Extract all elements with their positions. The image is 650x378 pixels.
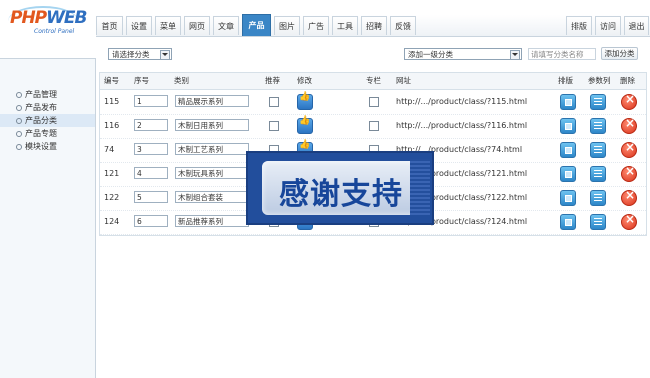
layout-icon[interactable] [560, 94, 576, 110]
layout-icon[interactable] [560, 190, 576, 206]
order-input[interactable]: 2 [134, 119, 168, 131]
header-url: 网址 [396, 76, 411, 85]
tab-tools[interactable]: 工具 [332, 16, 358, 35]
edit-icon[interactable] [297, 92, 313, 110]
delete-icon[interactable] [621, 116, 637, 134]
bullet-icon [16, 118, 22, 124]
row-id: 124 [104, 217, 120, 226]
params-icon[interactable] [590, 166, 606, 182]
row-url[interactable]: http://.../product/class/?115.html [396, 90, 527, 114]
sidebar-item-module-settings[interactable]: 模块设置 [0, 140, 95, 153]
recommend-checkbox[interactable] [269, 97, 279, 107]
add-category-button[interactable]: 添加分类 [601, 47, 638, 60]
tab-settings[interactable]: 设置 [126, 16, 152, 35]
category-select[interactable]: 请选择分类 [108, 48, 172, 60]
tab-images[interactable]: 图片 [274, 16, 300, 35]
bullet-icon [16, 131, 22, 137]
params-icon[interactable] [590, 118, 606, 134]
layout-icon[interactable] [560, 118, 576, 134]
sidebar-item-product-publish[interactable]: 产品发布 [0, 101, 95, 114]
params-icon[interactable] [590, 94, 606, 110]
row-id: 116 [104, 121, 120, 130]
header-layout: 排版 [558, 76, 573, 85]
row-id: 115 [104, 97, 120, 106]
layout-icon[interactable] [560, 142, 576, 158]
row-url[interactable]: http://.../product/class/?116.html [396, 114, 527, 138]
order-input[interactable]: 6 [134, 215, 168, 227]
layout-icon[interactable] [560, 214, 576, 230]
order-input[interactable]: 4 [134, 167, 168, 179]
sidebar-item-product-category[interactable]: 产品分类 [0, 114, 95, 127]
order-input[interactable]: 5 [134, 191, 168, 203]
tab-layout[interactable]: 排版 [566, 16, 592, 35]
delete-icon[interactable] [621, 92, 637, 110]
watermark-text: 感谢支持 [279, 177, 403, 212]
bullet-icon [16, 144, 22, 150]
order-input[interactable]: 1 [134, 95, 168, 107]
category-name-field[interactable]: 木制玩具系列 [175, 167, 249, 179]
category-name-input[interactable]: 请填写分类名称 [528, 48, 596, 60]
tab-menu[interactable]: 菜单 [155, 16, 181, 35]
top-navigation: 首页 设置 菜单 网页 文章 产品 图片 广告 工具 招聘 反馈 排版 访问 退… [96, 14, 650, 37]
tab-products[interactable]: 产品 [242, 14, 271, 36]
category-name-field[interactable]: 精品展示系列 [175, 95, 249, 107]
header-params: 参数列 [588, 76, 611, 85]
header-order: 序号 [134, 76, 149, 85]
sidebar-item-product-manage[interactable]: 产品管理 [0, 88, 95, 101]
chevron-down-icon [160, 50, 170, 60]
header-column: 专栏 [366, 76, 381, 85]
parent-category-select[interactable]: 添加一级分类 [404, 48, 522, 60]
layout-icon[interactable] [560, 166, 576, 182]
header-category: 类别 [174, 76, 189, 85]
edit-icon[interactable] [297, 116, 313, 134]
bullet-icon [16, 92, 22, 98]
tab-logout[interactable]: 退出 [624, 16, 649, 35]
tab-pages[interactable]: 网页 [184, 16, 210, 35]
params-icon[interactable] [590, 190, 606, 206]
sidebar: 产品管理 产品发布 产品分类 产品专题 模块设置 [0, 58, 96, 378]
delete-icon[interactable] [621, 164, 637, 182]
category-name-field[interactable]: 木制日用系列 [175, 119, 249, 131]
recommend-checkbox[interactable] [269, 121, 279, 131]
row-id: 121 [104, 169, 120, 178]
app-logo: PHPWEB Control Panel [0, 0, 96, 58]
category-name-field[interactable]: 木制工艺系列 [175, 143, 249, 155]
logo-subtitle: Control Panel [34, 28, 75, 35]
header-edit: 修改 [297, 76, 312, 85]
filter-bar: 请选择分类 添加一级分类 请填写分类名称 添加分类 [96, 37, 650, 70]
params-icon[interactable] [590, 142, 606, 158]
thanks-watermark: 感谢支持 [246, 151, 434, 225]
table-header: 编号 序号 类别 推荐 修改 专栏 网址 排版 参数列 删除 [100, 73, 646, 90]
column-checkbox[interactable] [369, 121, 379, 131]
delete-icon[interactable] [621, 140, 637, 158]
tab-visit[interactable]: 访问 [595, 16, 621, 35]
sidebar-item-product-topic[interactable]: 产品专题 [0, 127, 95, 140]
logo-text: PHPWEB [10, 8, 87, 28]
params-icon[interactable] [590, 214, 606, 230]
tab-feedback[interactable]: 反馈 [390, 16, 416, 35]
tab-ads[interactable]: 广告 [303, 16, 329, 35]
header-id: 编号 [104, 76, 119, 85]
chevron-down-icon [510, 50, 520, 60]
bullet-icon [16, 105, 22, 111]
header-recommend: 推荐 [265, 76, 280, 85]
row-id: 122 [104, 193, 120, 202]
tab-recruitment[interactable]: 招聘 [361, 16, 387, 35]
delete-icon[interactable] [621, 188, 637, 206]
order-input[interactable]: 3 [134, 143, 168, 155]
header-delete: 删除 [620, 76, 635, 85]
category-name-field[interactable]: 新品推荐系列 [175, 215, 249, 227]
category-name-field[interactable]: 木制组合套装 [175, 191, 249, 203]
table-row: 115 1 精品展示系列 http://.../product/class/?1… [100, 90, 646, 115]
delete-icon[interactable] [621, 212, 637, 230]
table-row: 116 2 木制日用系列 http://.../product/class/?1… [100, 114, 646, 139]
tab-articles[interactable]: 文章 [213, 16, 239, 35]
tab-home[interactable]: 首页 [96, 16, 123, 35]
column-checkbox[interactable] [369, 97, 379, 107]
row-id: 74 [104, 145, 115, 154]
